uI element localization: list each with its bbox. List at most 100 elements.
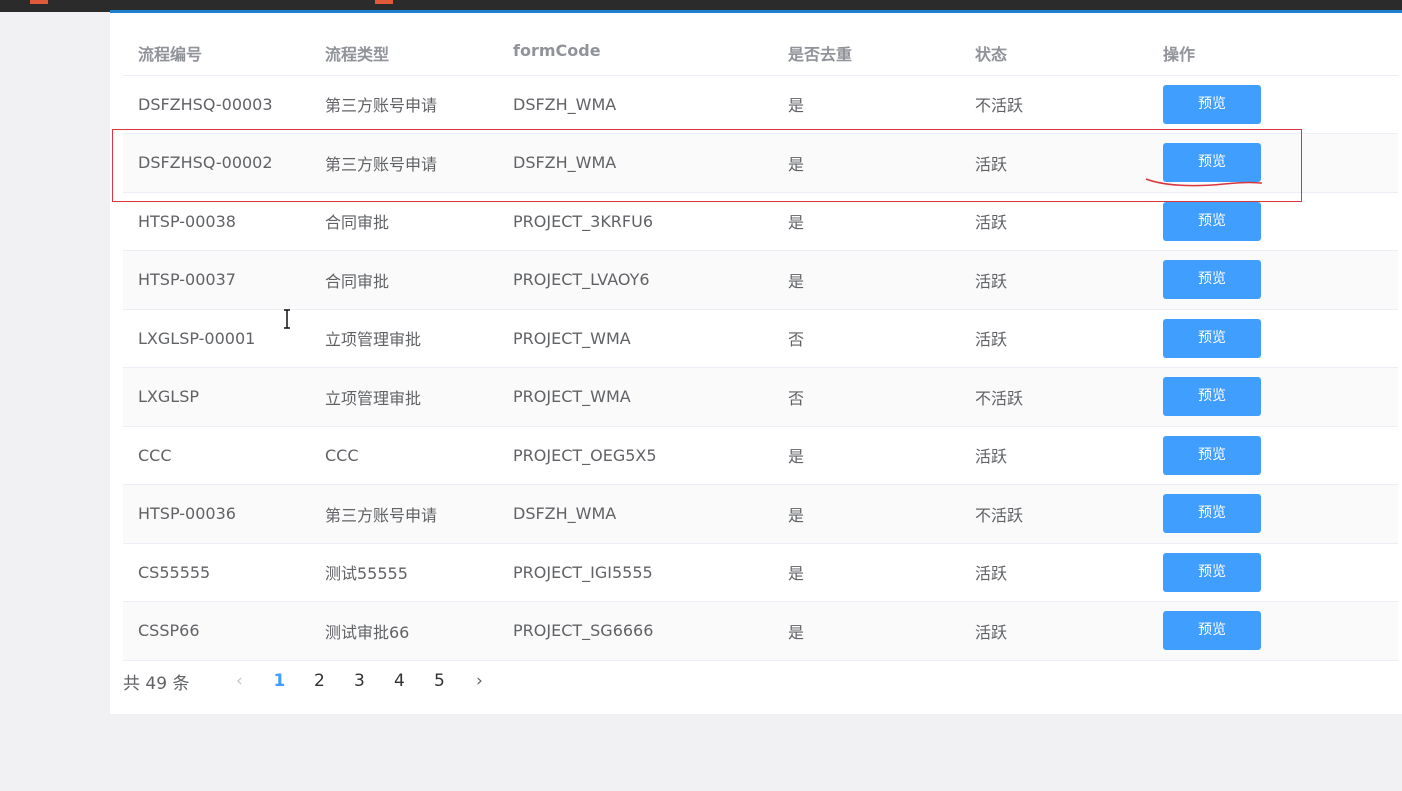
preview-button[interactable]: 预览 xyxy=(1163,318,1261,358)
preview-button[interactable]: 预览 xyxy=(1163,435,1261,475)
cell-action: 预览 xyxy=(1148,601,1398,661)
cell-status: 活跃 xyxy=(960,426,1148,485)
preview-button[interactable]: 预览 xyxy=(1163,260,1261,300)
total-count: 共 49 条 xyxy=(123,673,190,694)
cell-status: 活跃 xyxy=(960,192,1148,251)
cell-process-type: 第三方账号申请 xyxy=(310,75,498,134)
preview-button[interactable]: 预览 xyxy=(1163,143,1261,183)
cell-action: 预览 xyxy=(1148,133,1398,193)
cell-action: 预览 xyxy=(1148,309,1398,368)
cell-action: 预览 xyxy=(1148,367,1398,427)
cell-process-type: 合同审批 xyxy=(310,250,498,310)
col-header-formcode: formCode xyxy=(498,33,773,76)
table-row: LXGLSP-00001 立项管理审批 PROJECT_WMA 否活跃 预览 xyxy=(123,309,1398,368)
cell-status: 活跃 xyxy=(960,133,1148,193)
cell-dedup: 否 xyxy=(773,309,960,368)
cell-action: 预览 xyxy=(1148,250,1398,310)
window-top-strip xyxy=(0,0,1402,13)
cell-dedup: 是 xyxy=(773,75,960,134)
cell-process-id: LXGLSP-00001 xyxy=(123,309,310,368)
preview-button[interactable]: 预览 xyxy=(1163,84,1261,124)
cell-process-id: CS55555 xyxy=(123,543,310,602)
cell-status: 不活跃 xyxy=(960,75,1148,134)
cell-formcode: PROJECT_WMA xyxy=(498,367,773,427)
page-4[interactable]: 4 xyxy=(379,671,419,691)
cell-dedup: 是 xyxy=(773,192,960,251)
table-row: CS55555 测试55555 PROJECT_IGI5555 是活跃 预览 xyxy=(123,543,1398,602)
content-panel: 流程编号 流程类型 formCode 是否去重 状态 操作 DSFZHSQ-00… xyxy=(110,13,1402,714)
cell-dedup: 否 xyxy=(773,367,960,427)
cell-formcode: DSFZH_WMA xyxy=(498,484,773,544)
table-row: HTSP-00038 合同审批 PROJECT_3KRFU6 是活跃 预览 xyxy=(123,192,1398,251)
cell-formcode: PROJECT_IGI5555 xyxy=(498,543,773,602)
page-3[interactable]: 3 xyxy=(339,671,379,691)
cell-process-id: LXGLSP xyxy=(123,367,310,427)
table-row: LXGLSP 立项管理审批 PROJECT_WMA 否不活跃 预览 xyxy=(123,367,1398,427)
preview-button[interactable]: 预览 xyxy=(1163,201,1261,241)
col-header-action: 操作 xyxy=(1148,33,1398,76)
col-header-status: 状态 xyxy=(960,33,1148,76)
tab-indicator xyxy=(30,0,48,4)
table-header-row: 流程编号 流程类型 formCode 是否去重 状态 操作 xyxy=(123,33,1398,76)
cell-dedup: 是 xyxy=(773,133,960,193)
cell-process-type: 第三方账号申请 xyxy=(310,484,498,544)
cell-formcode: DSFZH_WMA xyxy=(498,75,773,134)
preview-button[interactable]: 预览 xyxy=(1163,552,1261,592)
table-row: DSFZHSQ-00003 第三方账号申请 DSFZH_WMA 是不活跃 预览 xyxy=(123,75,1398,134)
cell-status: 活跃 xyxy=(960,309,1148,368)
cell-process-type: 测试审批66 xyxy=(310,601,498,661)
cell-status: 活跃 xyxy=(960,601,1148,661)
cell-dedup: 是 xyxy=(773,543,960,602)
cell-dedup: 是 xyxy=(773,250,960,310)
cell-action: 预览 xyxy=(1148,192,1398,251)
cell-status: 活跃 xyxy=(960,543,1148,602)
cell-process-id: CSSP66 xyxy=(123,601,310,661)
col-header-process-type: 流程类型 xyxy=(310,33,498,76)
cell-process-type: 测试55555 xyxy=(310,543,498,602)
table-row: HTSP-00037 合同审批 PROJECT_LVAOY6 是活跃 预览 xyxy=(123,250,1398,310)
preview-button[interactable]: 预览 xyxy=(1163,377,1261,417)
cell-formcode: PROJECT_SG6666 xyxy=(498,601,773,661)
page-2[interactable]: 2 xyxy=(299,671,339,691)
cell-dedup: 是 xyxy=(773,601,960,661)
table-row: CCC CCC PROJECT_OEG5X5 是活跃 预览 xyxy=(123,426,1398,485)
cell-action: 预览 xyxy=(1148,75,1398,134)
cell-formcode: PROJECT_WMA xyxy=(498,309,773,368)
cell-formcode: DSFZH_WMA xyxy=(498,133,773,193)
page-1[interactable]: 1 xyxy=(259,671,299,691)
pagination: 共 49 条 ‹ 1 2 3 4 5 › xyxy=(123,668,499,694)
cell-process-type: 立项管理审批 xyxy=(310,367,498,427)
cell-status: 活跃 xyxy=(960,250,1148,310)
table-row: DSFZHSQ-00002 第三方账号申请 DSFZH_WMA 是活跃 预览 xyxy=(123,133,1398,193)
cell-action: 预览 xyxy=(1148,426,1398,485)
cell-process-id: HTSP-00038 xyxy=(123,192,310,251)
cell-process-id: DSFZHSQ-00002 xyxy=(123,133,310,193)
process-table: 流程编号 流程类型 formCode 是否去重 状态 操作 DSFZHSQ-00… xyxy=(123,33,1398,661)
preview-button[interactable]: 预览 xyxy=(1163,494,1261,534)
cell-dedup: 是 xyxy=(773,426,960,485)
cell-status: 不活跃 xyxy=(960,484,1148,544)
cell-process-type: CCC xyxy=(310,426,498,485)
page-5[interactable]: 5 xyxy=(419,671,459,691)
cell-process-type: 合同审批 xyxy=(310,192,498,251)
cell-process-type: 立项管理审批 xyxy=(310,309,498,368)
cell-action: 预览 xyxy=(1148,484,1398,544)
preview-button[interactable]: 预览 xyxy=(1163,611,1261,651)
cell-status: 不活跃 xyxy=(960,367,1148,427)
next-page-button[interactable]: › xyxy=(459,671,499,691)
cell-process-id: DSFZHSQ-00003 xyxy=(123,75,310,134)
col-header-dedup: 是否去重 xyxy=(773,33,960,76)
table-row: HTSP-00036 第三方账号申请 DSFZH_WMA 是不活跃 预览 xyxy=(123,484,1398,544)
table-row: CSSP66 测试审批66 PROJECT_SG6666 是活跃 预览 xyxy=(123,601,1398,661)
cell-action: 预览 xyxy=(1148,543,1398,602)
cell-process-id: HTSP-00037 xyxy=(123,250,310,310)
cell-formcode: PROJECT_LVAOY6 xyxy=(498,250,773,310)
cell-dedup: 是 xyxy=(773,484,960,544)
cell-process-type: 第三方账号申请 xyxy=(310,133,498,193)
tab-indicator xyxy=(375,0,393,4)
cell-process-id: HTSP-00036 xyxy=(123,484,310,544)
cell-formcode: PROJECT_3KRFU6 xyxy=(498,192,773,251)
cell-process-id: CCC xyxy=(123,426,310,485)
cell-formcode: PROJECT_OEG5X5 xyxy=(498,426,773,485)
prev-page-button[interactable]: ‹ xyxy=(219,671,259,691)
